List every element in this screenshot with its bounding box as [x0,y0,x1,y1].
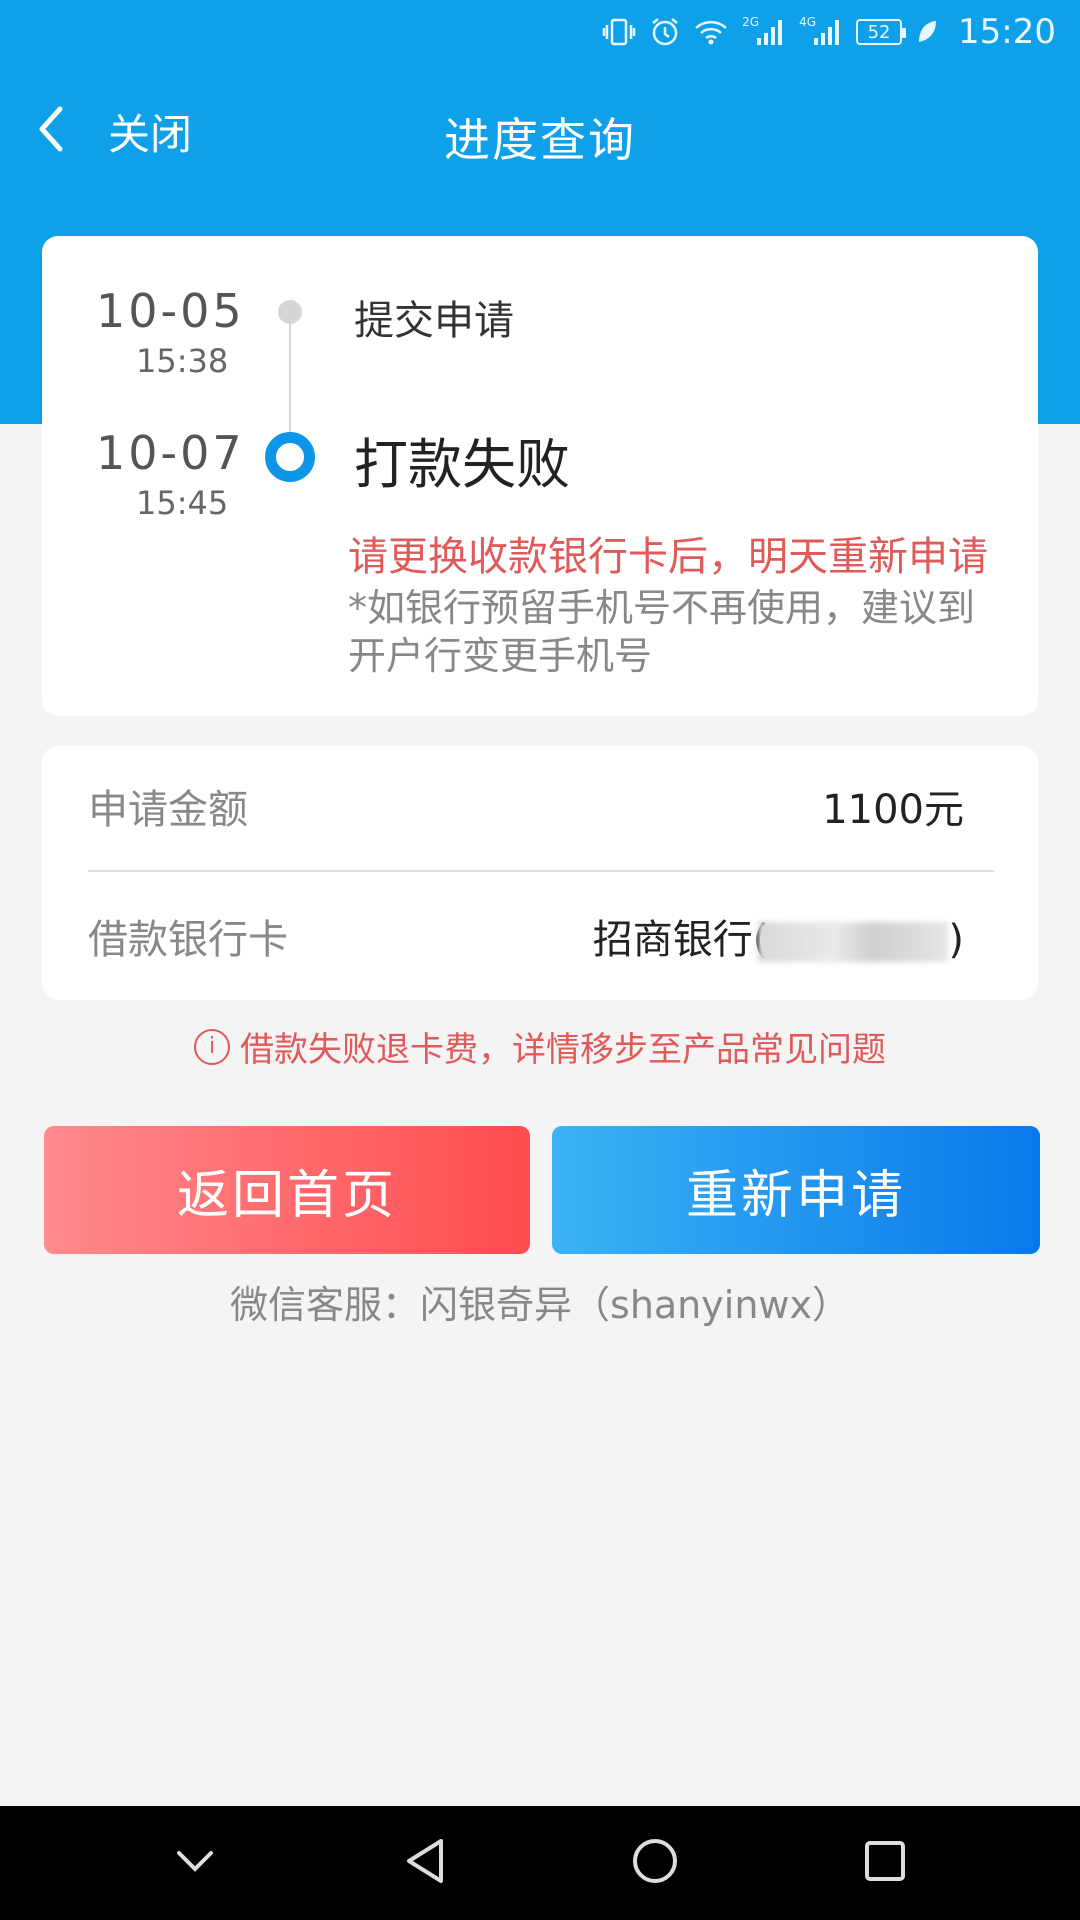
nav-back-button[interactable] [385,1823,465,1903]
alarm-icon [650,17,680,47]
back-triangle-icon [403,1837,447,1889]
recents-square-icon [863,1839,907,1887]
battery-level: 52 [867,21,891,43]
page-title: 进度查询 [444,113,636,167]
step2-label: 打款失败 [354,433,570,496]
signal-icon-1: 2G [742,15,785,46]
chevron-down-icon [175,1849,215,1877]
step2-time: 15:45 [136,484,229,522]
progress-timeline-card: 10-05 15:38 提交申请 10-07 15:45 打款失败 请更换收款银… [42,236,1038,716]
step1-date: 10-05 [96,284,245,338]
bank-name: 招商银行( [592,917,769,963]
status-bar: 2G 4G 52 15:20 [0,0,1080,64]
masked-card-number [758,922,949,962]
reapply-button[interactable]: 重新申请 [552,1126,1040,1254]
refund-notice[interactable]: i 借款失败退卡费，详情移步至产品常见问题 [0,1022,1080,1071]
divider [88,870,994,872]
bank-card-close-paren: ) [948,917,964,963]
battery-icon: 52 [856,19,907,45]
step2-date: 10-07 [96,426,245,480]
amount-value: 1100元 [822,787,964,833]
bank-card-value: 招商银行() [593,907,964,965]
nav-home-button[interactable] [615,1823,695,1903]
step1-time: 15:38 [136,342,229,380]
signal-icon-2: 4G [799,15,842,46]
network-type-2: 4G [799,15,817,29]
network-type-1: 2G [742,15,760,29]
failure-warning: 请更换收款银行卡后，明天重新申请 [348,534,988,580]
system-nav-bar [0,1806,1080,1920]
leaf-icon [916,19,938,45]
clock: 15:20 [958,12,1056,52]
home-circle-icon [631,1837,679,1889]
wechat-service-text: 微信客服：闪银奇异（shanyinwx） [230,1283,850,1327]
bank-card-label: 借款银行卡 [88,917,288,963]
nav-hide-button[interactable] [155,1823,235,1903]
wifi-icon [694,18,728,46]
bank-card-row: 借款银行卡 招商银行() [88,876,964,996]
vibrate-icon [602,17,636,47]
loan-info-card: 申请金额 1100元 借款银行卡 招商银行() [42,746,1038,1000]
nav-recents-button[interactable] [845,1823,925,1903]
info-icon: i [194,1028,230,1065]
refund-notice-text: 借款失败退卡费，详情移步至产品常见问题 [240,1030,886,1070]
return-home-button[interactable]: 返回首页 [44,1126,530,1254]
timeline-connector [289,320,291,434]
step1-label: 提交申请 [354,298,514,344]
timeline-dot-current [265,432,315,482]
failure-note: *如银行预留手机号不再使用，建议到开户行变更手机号 [348,586,976,678]
app-header: 关闭 进度查询 [0,80,1080,180]
amount-label: 申请金额 [88,787,248,833]
amount-row: 申请金额 1100元 [88,746,964,866]
